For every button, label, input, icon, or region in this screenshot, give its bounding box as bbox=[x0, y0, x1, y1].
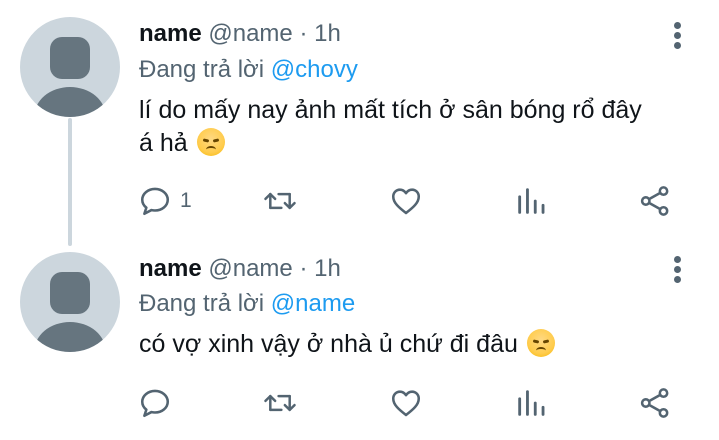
separator-dot: · bbox=[299, 255, 308, 282]
share-button[interactable] bbox=[638, 383, 672, 423]
reply-mention-link[interactable]: @name bbox=[271, 290, 355, 317]
reply-button[interactable] bbox=[138, 383, 180, 423]
disappointed-face-emoji-icon bbox=[526, 329, 555, 357]
avatar[interactable] bbox=[20, 252, 120, 352]
avatar[interactable] bbox=[20, 17, 120, 117]
retweet-button[interactable] bbox=[262, 181, 298, 221]
analytics-icon bbox=[518, 390, 545, 416]
disappointed-face-emoji-icon bbox=[196, 128, 225, 156]
avatar-head-shape bbox=[50, 272, 90, 314]
retweet-icon bbox=[264, 394, 296, 412]
share-icon bbox=[640, 388, 669, 418]
tweet-actions: 1 bbox=[0, 181, 719, 221]
author-name[interactable]: name bbox=[139, 20, 202, 47]
author-name[interactable]: name bbox=[139, 255, 202, 282]
avatar-body-shape bbox=[34, 322, 106, 352]
tweet-time[interactable]: 1h bbox=[314, 20, 341, 47]
share-icon bbox=[640, 186, 669, 216]
retweet-icon bbox=[264, 192, 296, 210]
retweet-button[interactable] bbox=[262, 383, 298, 423]
analytics-button[interactable] bbox=[514, 181, 548, 221]
reply-icon bbox=[140, 389, 170, 418]
reply-mention-link[interactable]: @chovy bbox=[271, 56, 358, 83]
author-handle[interactable]: @name bbox=[208, 20, 292, 47]
tweet-header: name @name · 1h bbox=[139, 20, 341, 48]
more-vertical-icon[interactable] bbox=[670, 256, 686, 284]
heart-icon bbox=[391, 188, 421, 215]
like-button[interactable] bbox=[389, 383, 423, 423]
avatar-head-shape bbox=[50, 37, 90, 79]
tweet-text: lí do mấy nay ảnh mất tích ở sân bóng rổ… bbox=[139, 94, 659, 160]
tweet[interactable]: name @name · 1h Đang trả lời @chovy lí d… bbox=[0, 0, 719, 246]
like-button[interactable] bbox=[389, 181, 423, 221]
replying-to: Đang trả lời @name bbox=[139, 289, 355, 319]
tweet-time[interactable]: 1h bbox=[314, 255, 341, 282]
replying-to-label: Đang trả lời bbox=[139, 290, 265, 317]
tweet-text: có vợ xinh vậy ở nhà ủ chứ đi đâu bbox=[139, 328, 659, 361]
separator-dot: · bbox=[299, 20, 308, 47]
reply-button[interactable]: 1 bbox=[138, 181, 192, 221]
tweet-actions bbox=[0, 383, 719, 423]
analytics-icon bbox=[518, 188, 545, 214]
heart-icon bbox=[391, 390, 421, 417]
tweet-text-body: có vợ xinh vậy ở nhà ủ chứ đi đâu bbox=[139, 330, 518, 358]
reply-count: 1 bbox=[180, 189, 192, 212]
tweet-header: name @name · 1h bbox=[139, 255, 341, 283]
replying-to: Đang trả lời @chovy bbox=[139, 55, 358, 85]
tweet[interactable]: name @name · 1h Đang trả lời @name có vợ… bbox=[0, 234, 719, 440]
share-button[interactable] bbox=[638, 181, 672, 221]
more-vertical-icon[interactable] bbox=[670, 22, 686, 50]
replying-to-label: Đang trả lời bbox=[139, 56, 265, 83]
avatar-body-shape bbox=[34, 87, 106, 117]
analytics-button[interactable] bbox=[514, 383, 548, 423]
author-handle[interactable]: @name bbox=[208, 255, 292, 282]
reply-icon bbox=[140, 187, 170, 216]
